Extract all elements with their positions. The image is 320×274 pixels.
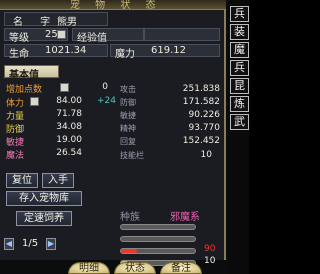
stat-label: 防御 [120, 98, 136, 107]
name-row: 名 字 熊男 [4, 12, 108, 28]
stat-label: 敏捷 [6, 138, 25, 148]
mp-value: 619.12 [151, 45, 186, 56]
stat-value: 26.54 [56, 148, 82, 158]
entrust-button[interactable]: 入手 [42, 173, 74, 188]
stat-value: 171.582 [182, 97, 220, 107]
stat-label: 防御 [6, 125, 25, 135]
name-value: 熊男 [57, 17, 77, 28]
pet-status-window: 宠 物 状 态 名 字 熊男 等级 25 经验值 生命 1021.34 魔力 6… [0, 0, 249, 274]
stat-row-recovery: 回复 152.452 [118, 136, 220, 147]
exp-row: 经验值 [72, 28, 144, 44]
reset-button[interactable]: 复位 [6, 173, 38, 188]
side-tab[interactable]: 兵 [230, 60, 249, 76]
stat-value: 19.00 [56, 135, 82, 145]
pager-text: 1/5 [22, 238, 39, 249]
points-label: 增加点数 [6, 85, 43, 95]
stat-label: 体力 [6, 99, 25, 109]
stat-row-stamina: 体力 84.00 +24 [4, 96, 116, 109]
stat-value: 34.08 [56, 122, 82, 132]
level-label: 等级 [9, 33, 29, 44]
basic-header-text: 基本值 [9, 70, 39, 81]
stat-value: 10 [200, 150, 212, 160]
points-value: 0 [102, 82, 108, 92]
stat-row-skill-slots: 技能栏 10 [118, 150, 220, 161]
window-title: 宠 物 状 态 [70, 0, 162, 10]
stat-row-agility: 敏捷 19.00 [4, 135, 116, 148]
stat-value: 84.00 [56, 96, 82, 106]
store-pet-button[interactable]: 存入宠物库 [6, 191, 82, 206]
tab-notes[interactable]: 备注 [160, 262, 202, 274]
stat-label: 攻击 [120, 85, 136, 94]
side-tab[interactable]: 兵 [230, 6, 249, 22]
stat-value: 152.452 [182, 136, 220, 146]
level-value: 25 [45, 29, 58, 40]
stat-row-agility-r: 敏捷 90.226 [118, 110, 220, 121]
stat-row-spirit: 精神 93.770 [118, 123, 220, 134]
stat-label: 回复 [120, 137, 136, 146]
name-label: 名 字 [13, 17, 58, 28]
bar-1 [120, 224, 196, 230]
stamina-spin-icon[interactable] [30, 97, 39, 106]
side-tab[interactable]: 炼 [230, 96, 249, 112]
stat-value: 251.838 [182, 84, 220, 94]
level-spin-icon[interactable] [57, 30, 66, 39]
exp-label: 经验值 [77, 33, 107, 44]
stat-value: 71.78 [56, 109, 82, 119]
next-arrow-icon[interactable]: ▶ [46, 238, 56, 250]
stat-value: 93.770 [188, 123, 221, 133]
side-tab[interactable]: 武 [230, 114, 249, 130]
stat-row-defense: 防御 34.08 [4, 122, 116, 135]
bar-4-value: 10 [204, 256, 216, 266]
race-value: 邪魔系 [170, 212, 200, 223]
points-row: 增加点数 0 [4, 82, 116, 95]
stat-extra: +24 [97, 96, 116, 106]
basic-header: 基本值 [4, 65, 59, 81]
stat-value: 90.226 [188, 110, 221, 120]
hp-value: 1021.34 [45, 45, 87, 56]
stat-row-strength: 力量 71.78 [4, 109, 116, 122]
side-tab[interactable]: 昆 [230, 78, 249, 94]
race-label: 种族 [120, 212, 140, 223]
title-bar: 宠 物 状 态 [0, 0, 226, 10]
side-tab[interactable]: 魔 [230, 42, 249, 58]
stat-label: 力量 [6, 112, 25, 122]
mp-label: 魔力 [115, 49, 135, 60]
feed-button[interactable]: 定速饲养 [16, 211, 72, 226]
pager: ◀ 1/5 ▶ [4, 238, 56, 251]
mp-row: 魔力 619.12 [110, 44, 220, 60]
stat-row-magic: 魔法 26.54 [4, 148, 116, 161]
side-tab[interactable]: 装 [230, 24, 249, 40]
bar-3 [120, 248, 196, 254]
stat-label: 精神 [120, 124, 136, 133]
stat-label: 敏捷 [120, 111, 136, 120]
hp-label: 生命 [9, 49, 29, 60]
stat-label: 技能栏 [120, 151, 144, 160]
points-spin-icon[interactable] [60, 83, 69, 92]
hp-row: 生命 1021.34 [4, 44, 108, 60]
tab-details[interactable]: 明细 [68, 262, 110, 274]
stat-row-attack: 攻击 251.838 [118, 84, 220, 95]
stat-label: 魔法 [6, 151, 25, 161]
bar-3-value: 90 [204, 244, 216, 254]
exp-bar [144, 28, 220, 41]
prev-arrow-icon[interactable]: ◀ [4, 238, 14, 250]
tab-status[interactable]: 状态 [114, 262, 156, 274]
stat-row-defense-r: 防御 171.582 [118, 97, 220, 108]
bar-fill [121, 249, 138, 253]
bar-2 [120, 236, 196, 242]
